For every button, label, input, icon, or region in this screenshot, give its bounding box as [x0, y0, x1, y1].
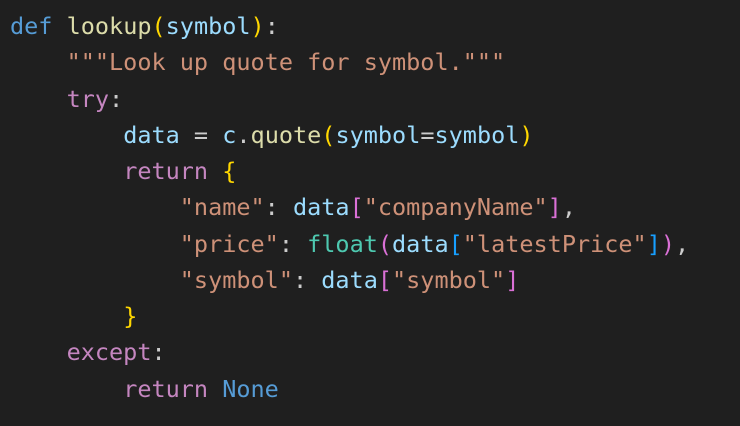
code-token-punctuation [10, 266, 180, 294]
code-token-punctuation: . [236, 120, 251, 149]
code-token-bracket-level3: ] [646, 229, 661, 258]
code-token-punctuation [10, 85, 67, 113]
code-token-builtin-type: float [307, 229, 378, 258]
code-token-string: "latestPrice" [462, 229, 647, 258]
code-token-variable: data [392, 229, 449, 258]
code-token-bracket-level1: { [222, 157, 237, 185]
code-token-bracket-level2: ( [377, 229, 393, 258]
code-token-punctuation: = [420, 120, 435, 149]
code-token-keyword-control: try [66, 84, 110, 113]
code-token-variable: data [123, 120, 180, 149]
code-token-variable: symbol [335, 120, 421, 149]
code-token-punctuation: : [151, 338, 166, 367]
code-line: data = c.quote(symbol=symbol) [10, 117, 740, 153]
code-token-punctuation: = [179, 120, 223, 149]
code-line: "name": data["companyName"], [10, 189, 740, 225]
code-token-punctuation [10, 375, 123, 403]
code-token-punctuation [10, 48, 67, 76]
code-token-bracket-level1: ( [151, 12, 166, 40]
code-line: "price": float(data["latestPrice"]), [10, 226, 740, 262]
code-token-bracket-level1: } [123, 302, 138, 330]
code-token-keyword-control: except [66, 338, 152, 367]
code-token-string: "price" [179, 229, 279, 258]
code-token-variable: c [222, 120, 237, 149]
code-token-bracket-level3: [ [448, 229, 463, 258]
code-line: except: [10, 334, 740, 370]
code-token-keyword-storage: def [10, 12, 53, 40]
code-token-bracket-level1: ) [519, 120, 534, 149]
code-line: try: [10, 81, 740, 117]
code-token-punctuation: : [109, 84, 124, 113]
code-line: """Look up quote for symbol.""" [10, 44, 740, 80]
code-token-punctuation: : [264, 193, 293, 222]
code-token-punctuation: : [292, 265, 322, 294]
code-token-keyword-storage: None [222, 374, 279, 403]
code-token-punctuation [10, 121, 123, 149]
code-line: "symbol": data["symbol"] [10, 262, 740, 298]
code-token-keyword-control: return [123, 157, 209, 185]
code-token-punctuation: : [264, 12, 279, 40]
code-token-bracket-level1: ) [250, 12, 265, 40]
code-token-punctuation [52, 12, 66, 40]
code-token-bracket-level1: ( [321, 120, 336, 149]
code-token-variable: symbol [165, 12, 251, 40]
code-token-punctuation [10, 338, 67, 366]
code-token-string: "companyName" [363, 193, 548, 222]
code-token-bracket-level2: ) [660, 229, 676, 258]
code-token-function: lookup [66, 12, 152, 40]
code-token-punctuation [208, 157, 222, 185]
code-block[interactable]: def lookup(symbol): """Look up quote for… [10, 8, 740, 407]
code-token-punctuation [10, 230, 180, 258]
code-line: return None [10, 371, 740, 407]
code-line: def lookup(symbol): [10, 8, 740, 44]
code-token-punctuation [10, 157, 123, 185]
code-token-function: quote [250, 120, 322, 149]
code-token-string: "symbol" [179, 265, 293, 294]
code-token-punctuation [10, 302, 123, 330]
code-token-string: "symbol" [392, 265, 506, 294]
code-token-punctuation: , [675, 229, 690, 258]
code-editor[interactable]: def lookup(symbol): """Look up quote for… [0, 0, 740, 426]
code-token-string: "name" [179, 193, 265, 222]
code-token-bracket-level2: ] [547, 193, 562, 222]
code-token-variable: symbol [434, 120, 520, 149]
code-token-punctuation [10, 193, 180, 221]
code-token-variable: data [321, 265, 378, 294]
code-token-variable: data [292, 193, 350, 222]
code-token-bracket-level2: ] [505, 265, 520, 294]
code-token-punctuation: : [278, 229, 308, 258]
code-token-keyword-control: return [123, 374, 209, 403]
code-token-bracket-level2: [ [377, 265, 393, 294]
code-token-punctuation [208, 375, 222, 403]
code-token-bracket-level2: [ [349, 193, 364, 222]
code-line: } [10, 298, 740, 334]
code-line: return { [10, 153, 740, 189]
code-token-punctuation: , [561, 193, 576, 222]
code-token-string: """Look up quote for symbol.""" [66, 48, 506, 77]
